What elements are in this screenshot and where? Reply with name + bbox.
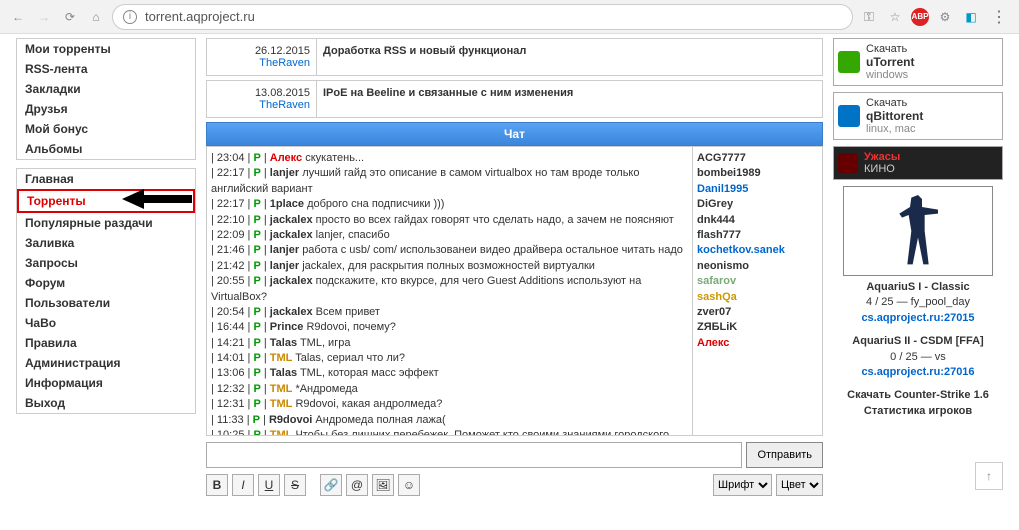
chat-message: | 12:32 | P | TML *Андромеда: [211, 382, 688, 397]
menu-item[interactable]: Выход: [17, 393, 195, 413]
highlight-arrow: [122, 187, 192, 211]
menu-item[interactable]: ЧаВо: [17, 313, 195, 333]
chat-user[interactable]: safarov: [697, 274, 818, 289]
link-button[interactable]: 🔗: [320, 474, 342, 496]
forward-button[interactable]: →: [34, 7, 54, 27]
chat-message: | 21:42 | P | lanjer jackalex, для раскр…: [211, 259, 688, 274]
mail-button[interactable]: @: [346, 474, 368, 496]
chat-message: | 20:55 | P | jackalex подскажите, кто в…: [211, 274, 688, 305]
menu-item[interactable]: Пользователи: [17, 293, 195, 313]
font-select[interactable]: Шрифт: [713, 474, 772, 496]
menu-item[interactable]: Правила: [17, 333, 195, 353]
chat-user[interactable]: sashQa: [697, 290, 818, 305]
cs-download-link[interactable]: Скачать Counter-Strike 1.6: [847, 389, 989, 401]
menu-item[interactable]: Информация: [17, 373, 195, 393]
chat-user-list: ACG7777bombei1989Danil1995DiGreydnk444fl…: [692, 147, 822, 435]
emoji-button[interactable]: ☺: [398, 474, 420, 496]
chat-send-button[interactable]: Отправить: [746, 442, 823, 468]
image-button[interactable]: 🖼: [372, 474, 394, 496]
server2-info: AquariuS II - CSDM [FFA] 0 / 25 — vs cs.…: [833, 334, 1003, 380]
chat-box: | 23:04 | P | Алекс скукатень...| 22:17 …: [206, 146, 823, 436]
extension-icon[interactable]: ◧: [961, 7, 981, 27]
server2-link[interactable]: cs.aqproject.ru:27016: [861, 366, 974, 378]
browser-toolbar: ← → ⟳ ⌂ i torrent.aqproject.ru ⚿ ☆ ABP ⚙…: [0, 0, 1019, 34]
url-text: torrent.aqproject.ru: [145, 9, 255, 24]
chat-user[interactable]: DiGrey: [697, 197, 818, 212]
key-icon[interactable]: ⚿: [859, 7, 879, 27]
settings-icon[interactable]: ⚙: [935, 7, 955, 27]
chat-message: | 23:04 | P | Алекс скукатень...: [211, 151, 688, 166]
italic-button[interactable]: I: [232, 474, 254, 496]
site-menu: ГлавнаяТоррентыПопулярные раздачиЗаливка…: [16, 168, 196, 414]
chat-user[interactable]: zver07: [697, 305, 818, 320]
menu-item[interactable]: Администрация: [17, 353, 195, 373]
chat-message: | 22:10 | P | jackalex просто во всех га…: [211, 213, 688, 228]
reload-button[interactable]: ⟳: [60, 7, 80, 27]
chat-message: | 22:17 | P | 1place доброго сна подписч…: [211, 197, 688, 212]
underline-button[interactable]: U: [258, 474, 280, 496]
chat-message: | 13:06 | P | Talas TML, которая масс эф…: [211, 366, 688, 381]
server1-link[interactable]: cs.aqproject.ru:27015: [861, 312, 974, 324]
chat-user[interactable]: Danil1995: [697, 182, 818, 197]
back-button[interactable]: ←: [8, 7, 28, 27]
menu-item[interactable]: RSS-лента: [17, 59, 195, 79]
address-bar[interactable]: i torrent.aqproject.ru: [112, 4, 853, 30]
chat-user[interactable]: ZЯБLiK: [697, 320, 818, 335]
color-select[interactable]: Цвет: [776, 474, 823, 496]
site-info-icon[interactable]: i: [123, 10, 137, 24]
home-button[interactable]: ⌂: [86, 7, 106, 27]
chat-user[interactable]: flash777: [697, 228, 818, 243]
news-row[interactable]: 26.12.2015 TheRavenДоработка RSS и новый…: [206, 38, 823, 76]
menu-item[interactable]: Друзья: [17, 99, 195, 119]
cs-banner[interactable]: [843, 186, 993, 276]
news-row[interactable]: 13.08.2015 TheRavenIPoE на Beeline и свя…: [206, 80, 823, 118]
bookmark-button[interactable]: ☆: [885, 7, 905, 27]
chat-user[interactable]: ACG7777: [697, 151, 818, 166]
download-box[interactable]: СкачатьqBittorentlinux, mac: [833, 92, 1003, 140]
chat-message: | 21:46 | P | lanjer работа с usb/ com/ …: [211, 243, 688, 258]
chat-message: | 14:01 | P | TML Talas, сериал что ли?: [211, 351, 688, 366]
download-box[interactable]: СкачатьuTorrentwindows: [833, 38, 1003, 86]
menu-button[interactable]: ⋮: [987, 7, 1011, 27]
menu-item[interactable]: Мои торренты: [17, 39, 195, 59]
chat-input[interactable]: [206, 442, 742, 468]
chat-message: | 14:21 | P | Talas TML, игра: [211, 336, 688, 351]
user-menu: Мои торрентыRSS-лентаЗакладкиДрузьяМой б…: [16, 38, 196, 160]
news-list: 26.12.2015 TheRavenДоработка RSS и новый…: [206, 38, 823, 118]
menu-item[interactable]: Популярные раздачи: [17, 213, 195, 233]
chat-user[interactable]: neonismo: [697, 259, 818, 274]
chat-message: | 10:25 | P | TML Чтобы без лишних переб…: [211, 428, 688, 435]
chat-messages: | 23:04 | P | Алекс скукатень...| 22:17 …: [207, 147, 692, 435]
bold-button[interactable]: B: [206, 474, 228, 496]
chat-input-row: Отправить: [206, 442, 823, 468]
scroll-top-button[interactable]: ↑: [975, 462, 1003, 490]
chat-header: Чат: [206, 122, 823, 146]
banner-box[interactable]: УжасыКИНО: [833, 146, 1003, 180]
chat-message: | 16:44 | P | Prince R9dovoi, почему?: [211, 320, 688, 335]
adblock-icon[interactable]: ABP: [911, 8, 929, 26]
chat-user[interactable]: dnk444: [697, 213, 818, 228]
chat-user[interactable]: kochetkov.sanek: [697, 243, 818, 258]
menu-item[interactable]: Альбомы: [17, 139, 195, 159]
chat-user[interactable]: Алекс: [697, 336, 818, 351]
server1-info: AquariuS I - Classic 4 / 25 — fy_pool_da…: [833, 280, 1003, 326]
chat-message: | 11:33 | P | R9dovoi Андромеда полная л…: [211, 413, 688, 428]
menu-item[interactable]: Мой бонус: [17, 119, 195, 139]
chat-message: | 12:31 | P | TML R9dovoi, какая андролм…: [211, 397, 688, 412]
chat-user[interactable]: bombei1989: [697, 166, 818, 181]
chat-toolbar: B I U S 🔗 @ 🖼 ☺ Шрифт Цвет: [206, 474, 823, 496]
menu-item[interactable]: Главная: [17, 169, 195, 189]
chat-message: | 22:17 | P | lanjer лучший гайд это опи…: [211, 166, 688, 197]
menu-item[interactable]: Запросы: [17, 253, 195, 273]
stats-link[interactable]: Статистика игроков: [864, 405, 972, 417]
strike-button[interactable]: S: [284, 474, 306, 496]
chat-message: | 20:54 | P | jackalex Всем привет: [211, 305, 688, 320]
chat-message: | 22:09 | P | jackalex lanjer, спасибо: [211, 228, 688, 243]
menu-item[interactable]: Заливка: [17, 233, 195, 253]
menu-item[interactable]: Закладки: [17, 79, 195, 99]
menu-item[interactable]: Форум: [17, 273, 195, 293]
